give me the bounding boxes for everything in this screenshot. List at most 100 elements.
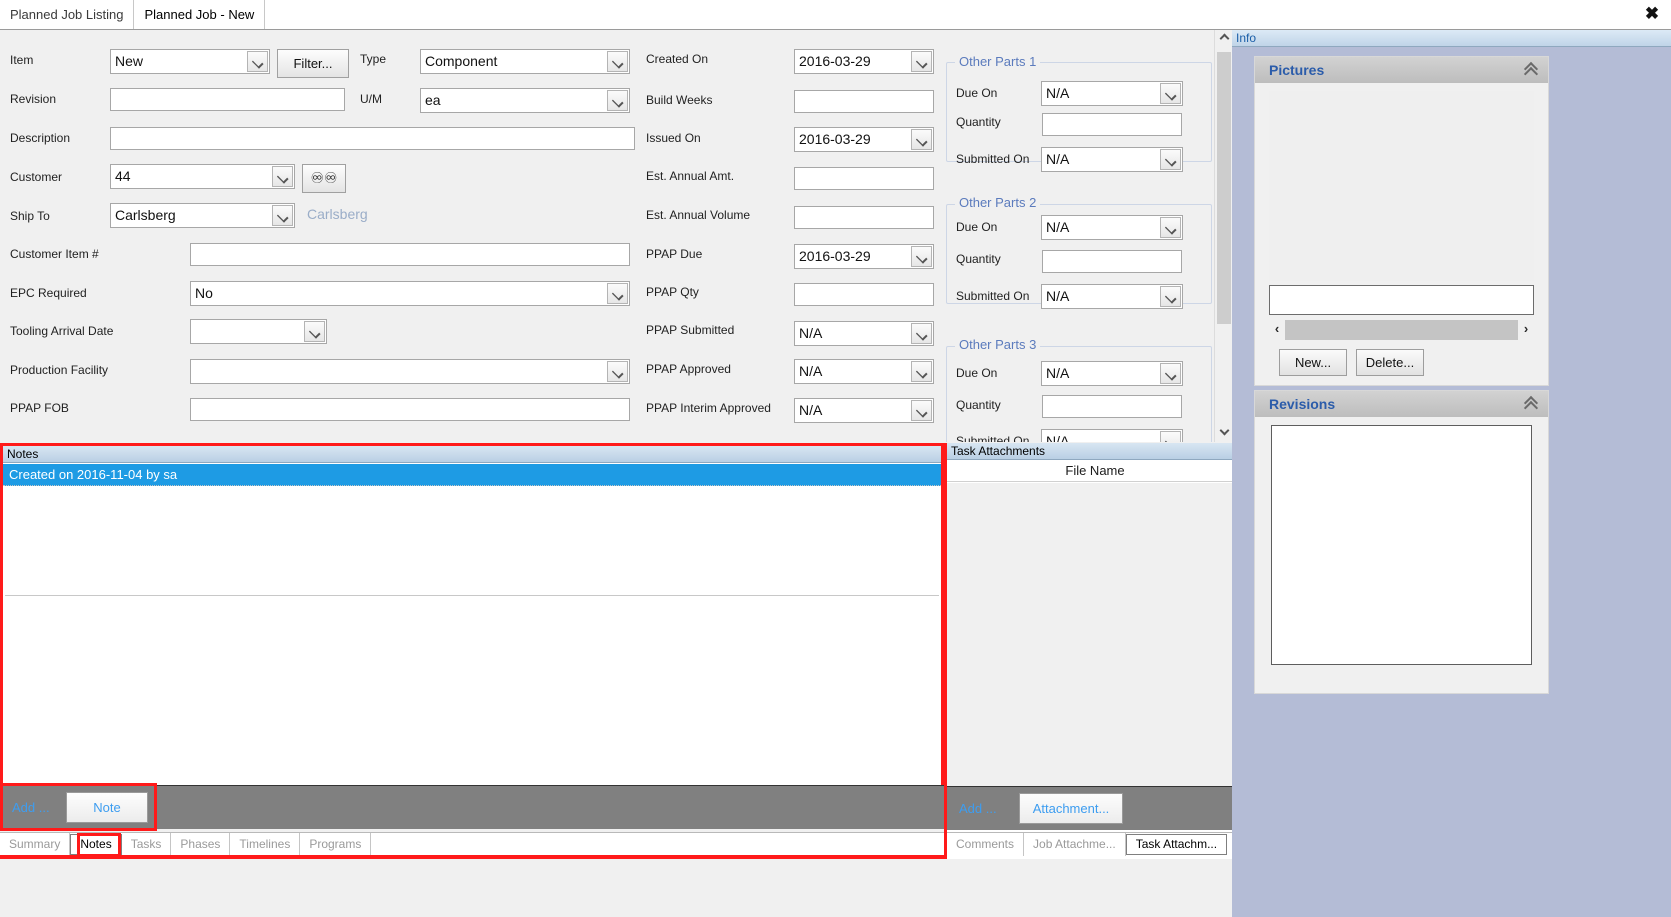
note-detail-area[interactable]: [5, 486, 939, 596]
new-picture-button[interactable]: New...: [1279, 349, 1347, 376]
scroll-down-icon[interactable]: [1215, 424, 1233, 442]
task-attachments-grid[interactable]: [947, 483, 1243, 786]
tab-planned-job-new[interactable]: Planned Job - New: [134, 0, 266, 29]
chevron-up-double-icon[interactable]: [1524, 62, 1538, 78]
tab-job-attachments[interactable]: Job Attachme...: [1024, 833, 1126, 856]
tab-planned-job-listing[interactable]: Planned Job Listing: [0, 0, 135, 29]
task-attachments-toolbar: Add ... Attachment...: [947, 786, 1243, 830]
planned-job-form: Item Revision Description Customer Ship …: [0, 30, 1232, 442]
item-combo[interactable]: New: [110, 49, 270, 74]
chevron-up-double-icon[interactable]: [1524, 396, 1538, 412]
form-vertical-scrollbar[interactable]: [1214, 30, 1233, 442]
est-annual-volume-input[interactable]: [794, 206, 934, 229]
chevron-down-icon[interactable]: [1160, 286, 1181, 307]
picture-preview-area[interactable]: [1269, 91, 1534, 281]
tooling-arrival-date-combo[interactable]: [190, 319, 327, 344]
op2-submitted-on-combo[interactable]: N/A: [1041, 284, 1183, 309]
label-ppap-submitted: PPAP Submitted: [646, 323, 735, 337]
op3-due-on-combo[interactable]: N/A: [1041, 361, 1183, 386]
chevron-down-icon[interactable]: [911, 400, 932, 421]
op1-submitted-on-combo[interactable]: N/A: [1041, 147, 1183, 172]
chevron-down-icon[interactable]: [247, 51, 268, 72]
tab-task-attachments[interactable]: Task Attachm...: [1125, 834, 1228, 855]
revisions-title: Revisions: [1269, 396, 1336, 412]
revisions-list[interactable]: [1271, 425, 1532, 665]
ppap-interim-approved-combo[interactable]: N/A: [794, 398, 934, 423]
customer-item-no-input[interactable]: [190, 243, 630, 266]
customer-combo-value: 44: [115, 168, 131, 184]
chevron-down-icon[interactable]: [911, 323, 932, 344]
op1-due-on-combo[interactable]: N/A: [1041, 81, 1183, 106]
notes-panel-caption: Notes: [3, 446, 941, 463]
label-revision: Revision: [10, 92, 57, 106]
description-input[interactable]: [110, 127, 635, 150]
chevron-down-icon[interactable]: [1160, 217, 1181, 238]
chevron-down-icon[interactable]: [911, 361, 932, 382]
customer-combo[interactable]: 44: [110, 164, 295, 189]
type-combo[interactable]: Component: [420, 49, 630, 74]
build-weeks-input[interactable]: [794, 90, 934, 113]
tab-tasks[interactable]: Tasks: [122, 833, 172, 856]
info-panel-caption: Info: [1232, 30, 1671, 47]
picture-scroll-track[interactable]: [1285, 320, 1518, 340]
op1-quantity-input[interactable]: [1042, 113, 1182, 136]
ppap-qty-input[interactable]: [794, 283, 934, 306]
est-annual-amt-input[interactable]: [794, 167, 934, 190]
chevron-down-icon[interactable]: [911, 51, 932, 72]
scroll-up-icon[interactable]: [1215, 30, 1233, 48]
notes-add-link[interactable]: Add ...: [12, 800, 50, 815]
ship-to-combo[interactable]: Carlsberg: [110, 203, 295, 228]
scrollbar-thumb[interactable]: [1217, 52, 1231, 324]
chevron-down-icon[interactable]: [1160, 83, 1181, 104]
tab-phases[interactable]: Phases: [171, 833, 231, 856]
picture-filename-input[interactable]: [1269, 285, 1534, 315]
add-attachment-button[interactable]: Attachment...: [1019, 793, 1123, 824]
chevron-down-icon[interactable]: [1160, 431, 1181, 442]
ship-to-combo-value: Carlsberg: [115, 207, 176, 223]
op2-due-on-combo[interactable]: N/A: [1041, 215, 1183, 240]
label-op1-submitted-on: Submitted On: [956, 152, 1030, 166]
op3-quantity-input[interactable]: [1042, 395, 1182, 418]
notes-list[interactable]: Created on 2016-11-04 by sa: [3, 464, 941, 825]
tab-notes[interactable]: Notes: [70, 834, 122, 855]
chevron-down-icon[interactable]: [607, 51, 628, 72]
revision-input[interactable]: [110, 88, 345, 111]
ppap-submitted-combo[interactable]: N/A: [794, 321, 934, 346]
chevron-down-icon[interactable]: [911, 246, 932, 267]
tab-programs[interactable]: Programs: [300, 833, 372, 856]
epc-required-combo[interactable]: No: [190, 281, 630, 306]
pictures-card: Pictures ‹ › New... Delete...: [1254, 56, 1549, 386]
chevron-down-icon[interactable]: [1160, 363, 1181, 384]
chevron-down-icon[interactable]: [1160, 149, 1181, 170]
filter-button[interactable]: Filter...: [277, 49, 349, 78]
issued-on-combo[interactable]: 2016-03-29: [794, 127, 934, 152]
op3-submitted-on-combo[interactable]: N/A: [1041, 429, 1183, 442]
chevron-down-icon[interactable]: [304, 321, 325, 342]
add-note-button[interactable]: Note: [66, 792, 148, 823]
created-on-combo[interactable]: 2016-03-29: [794, 49, 934, 74]
customer-lookup-button[interactable]: ♾♾: [302, 164, 346, 193]
ppap-approved-combo[interactable]: N/A: [794, 359, 934, 384]
chevron-left-icon[interactable]: ‹: [1269, 320, 1285, 340]
chevron-down-icon[interactable]: [911, 129, 932, 150]
tab-comments[interactable]: Comments: [947, 833, 1025, 856]
op2-quantity-input[interactable]: [1042, 250, 1182, 273]
notes-region-highlight-bottom: [0, 855, 944, 859]
task-add-link[interactable]: Add ...: [959, 801, 997, 816]
chevron-down-icon[interactable]: [607, 90, 628, 111]
chevron-down-icon[interactable]: [272, 166, 293, 187]
chevron-right-icon[interactable]: ›: [1518, 320, 1534, 340]
close-icon[interactable]: ✖: [1641, 3, 1663, 25]
picture-scrollbar[interactable]: ‹ ›: [1269, 320, 1534, 340]
tab-summary[interactable]: Summary: [0, 833, 71, 856]
list-item[interactable]: Created on 2016-11-04 by sa: [3, 464, 941, 486]
ppap-due-combo[interactable]: 2016-03-29: [794, 244, 934, 269]
production-facility-combo[interactable]: [190, 359, 630, 384]
delete-picture-button[interactable]: Delete...: [1356, 349, 1424, 376]
chevron-down-icon[interactable]: [607, 361, 628, 382]
chevron-down-icon[interactable]: [607, 283, 628, 304]
ppap-fob-input[interactable]: [190, 398, 630, 421]
um-combo[interactable]: ea: [420, 88, 630, 113]
tab-timelines[interactable]: Timelines: [230, 833, 301, 856]
chevron-down-icon[interactable]: [272, 205, 293, 226]
